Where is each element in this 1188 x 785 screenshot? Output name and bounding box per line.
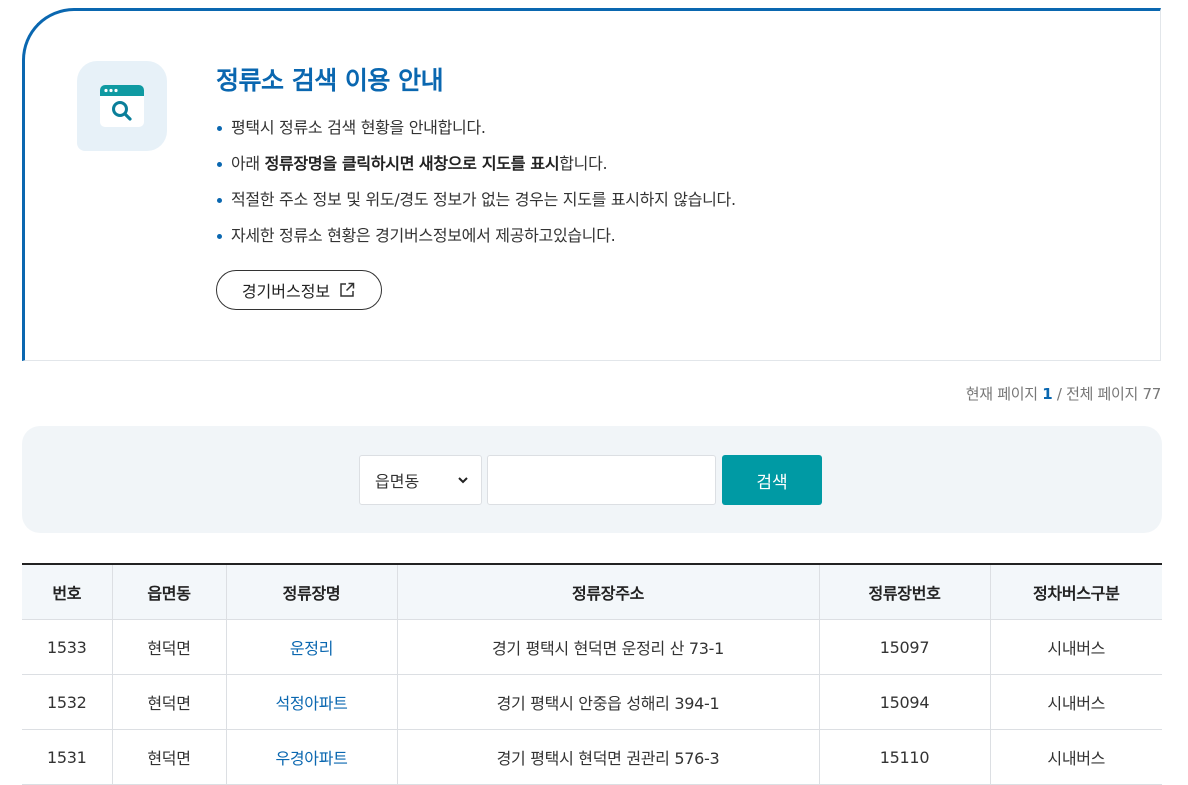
info-box: 정류소 검색 이용 안내 평택시 정류소 검색 현황을 안내합니다. 아래 정류… (22, 8, 1161, 361)
info-item-4: 자세한 정류소 현황은 경기버스정보에서 제공하고있습니다. (216, 223, 736, 259)
district-select-value: 읍면동 (375, 472, 420, 491)
gyeonggi-bus-info-label: 경기버스정보 (241, 282, 331, 301)
district-select[interactable]: 읍면동 (359, 455, 482, 505)
info-item-1: 평택시 정류소 검색 현황을 안내합니다. (216, 115, 736, 151)
info-item-2: 아래 정류장명을 클릭하시면 새창으로 지도를 표시합니다. (216, 151, 736, 187)
cell-district: 현덕면 (111, 619, 226, 675)
info-title: 정류소 검색 이용 안내 (216, 66, 444, 95)
search-input[interactable] (487, 455, 716, 505)
table-row: 1533 현덕면 운정리 경기 평택시 현덕면 운정리 산 73-1 15097… (22, 619, 1162, 675)
bus-stop-table: 번호 읍면동 정류장명 정류장주소 정류장번호 정차버스구분 1533 현덕면 … (22, 563, 1162, 785)
total-page-label: 전체 페이지 (1066, 385, 1139, 403)
header-number: 번호 (22, 564, 112, 620)
cell-stop-name: 석정아파트 (225, 674, 397, 730)
cell-stop-number: 15094 (818, 674, 990, 730)
header-stop-number: 정류장번호 (818, 564, 990, 620)
page-info: 현재 페이지 1 / 전체 페이지 77 (965, 383, 1162, 404)
cell-address: 경기 평택시 안중읍 성해리 394-1 (396, 674, 819, 730)
external-link-icon (340, 282, 355, 297)
cell-stop-name: 우경아파트 (225, 729, 397, 785)
stop-name-link[interactable]: 석정아파트 (275, 694, 347, 713)
gyeonggi-bus-info-button[interactable]: 경기버스정보 (216, 270, 382, 310)
search-button[interactable]: 검색 (722, 455, 822, 505)
search-window-icon (100, 85, 144, 127)
cell-number: 1531 (22, 729, 112, 785)
search-panel: 읍면동 검색 (22, 426, 1162, 533)
cell-district: 현덕면 (111, 729, 226, 785)
cell-number: 1532 (22, 674, 112, 730)
cell-district: 현덕면 (111, 674, 226, 730)
header-stop-address: 정류장주소 (396, 564, 819, 620)
header-district: 읍면동 (111, 564, 226, 620)
current-page-number: 1 (1042, 385, 1053, 403)
stop-name-link[interactable]: 우경아파트 (275, 749, 347, 768)
cell-bus-type: 시내버스 (989, 619, 1162, 675)
cell-address: 경기 평택시 현덕면 운정리 산 73-1 (396, 619, 819, 675)
header-stop-name: 정류장명 (225, 564, 397, 620)
info-item-3: 적절한 주소 정보 및 위도/경도 정보가 없는 경우는 지도를 표시하지 않습… (216, 187, 736, 223)
table-header-row: 번호 읍면동 정류장명 정류장주소 정류장번호 정차버스구분 (22, 564, 1162, 620)
cell-stop-number: 15110 (818, 729, 990, 785)
stop-name-link[interactable]: 운정리 (290, 639, 334, 658)
info-icon-container (77, 61, 167, 151)
header-bus-type: 정차버스구분 (989, 564, 1162, 620)
cell-bus-type: 시내버스 (989, 674, 1162, 730)
current-page-label: 현재 페이지 (965, 385, 1038, 403)
cell-number: 1533 (22, 619, 112, 675)
table-row: 1531 현덕면 우경아파트 경기 평택시 현덕면 권관리 576-3 1511… (22, 729, 1162, 785)
total-page-number: 77 (1142, 385, 1162, 403)
info-list: 평택시 정류소 검색 현황을 안내합니다. 아래 정류장명을 클릭하시면 새창으… (216, 115, 736, 259)
table-row: 1532 현덕면 석정아파트 경기 평택시 안중읍 성해리 394-1 1509… (22, 674, 1162, 730)
page-separator: / (1056, 385, 1062, 403)
chevron-down-icon (458, 477, 468, 484)
cell-stop-number: 15097 (818, 619, 990, 675)
cell-bus-type: 시내버스 (989, 729, 1162, 785)
cell-address: 경기 평택시 현덕면 권관리 576-3 (396, 729, 819, 785)
cell-stop-name: 운정리 (225, 619, 397, 675)
